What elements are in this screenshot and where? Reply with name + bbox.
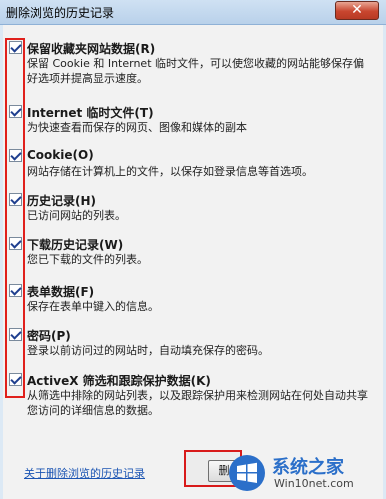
about-delete-history-link[interactable]: 关于删除浏览的历史记录: [24, 465, 145, 481]
option-description: 保留 Cookie 和 Internet 临时文件，可以使您收藏的网站能够保存偏…: [27, 57, 364, 85]
watermark-url: Win10net.com: [274, 477, 354, 490]
option-description: 为快速查看而保存的网页、图像和媒体的副本: [27, 121, 247, 134]
watermark: 系统之家 Win10net.com: [222, 448, 386, 499]
option-description: 网站存储在计算机上的文件，以保存如登录信息等首选项。: [27, 165, 313, 178]
option-title: 下载历史记录(W): [27, 238, 124, 252]
option-description: 已访问网站的列表。: [27, 209, 126, 222]
option-title: 历史记录(H): [27, 194, 97, 208]
option-title: Cookie(O): [27, 148, 94, 162]
close-button[interactable]: ✕: [335, 1, 379, 20]
option-title: Internet 临时文件(T): [27, 106, 154, 120]
option-description: 保存在表单中键入的信息。: [27, 300, 159, 313]
watermark-logo-icon: [229, 455, 265, 491]
option-title: 保留收藏夹网站数据(R): [27, 42, 156, 56]
option-description: 您已下载的文件的列表。: [27, 253, 148, 266]
title-bar: 删除浏览的历史记录 ✕: [0, 0, 386, 25]
option-description: 从筛选中排除的网站列表，以及跟踪保护用来检测网站在何处自动共享您访问的详细信息的…: [27, 389, 368, 417]
option-description: 登录以前访问过的网站时，自动填充保存的密码。: [27, 344, 269, 357]
window-title: 删除浏览的历史记录: [6, 6, 115, 20]
option-title: 表单数据(F): [27, 285, 95, 299]
option-title: ActiveX 筛选和跟踪保护数据(K): [27, 374, 211, 388]
watermark-brand: 系统之家: [272, 457, 344, 478]
checkbox-highlight-box: [5, 38, 25, 398]
close-icon: ✕: [351, 2, 363, 18]
option-title: 密码(P): [27, 329, 71, 343]
